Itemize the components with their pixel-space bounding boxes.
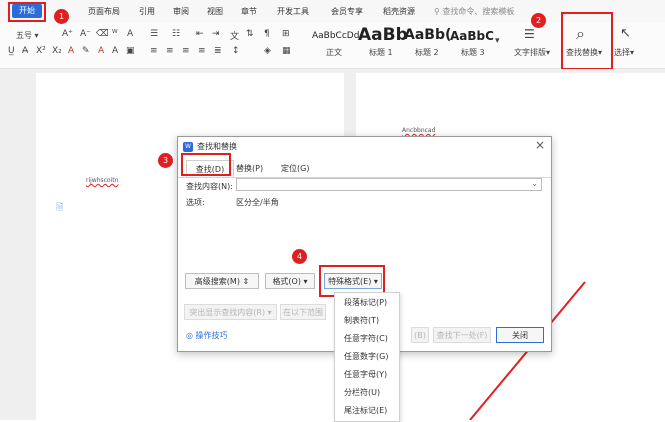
- options-value: 区分全/半角: [236, 198, 279, 207]
- menu-item-paragraph-mark[interactable]: 段落标记(P): [344, 297, 387, 308]
- dialog-title: 查找和替换: [197, 142, 237, 151]
- menu-item-endnote-mark[interactable]: 尾注标记(E): [344, 405, 387, 416]
- find-input[interactable]: ⌄: [236, 178, 542, 191]
- chevron-down-icon: ▾: [267, 308, 272, 317]
- menu-item-any-digit[interactable]: 任意数字(G): [344, 351, 388, 362]
- format-button[interactable]: 格式(O) ▾: [265, 273, 315, 289]
- close-button[interactable]: 关闭: [496, 327, 544, 343]
- chevron-down-icon[interactable]: ⌄: [531, 179, 538, 188]
- tab-goto[interactable]: 定位(G): [281, 163, 309, 174]
- step-badge-3: 3: [158, 153, 173, 168]
- options-label: 选项:: [186, 198, 205, 207]
- advanced-search-button[interactable]: 高级搜索(M) ⇕: [185, 273, 259, 289]
- tips-link[interactable]: ◎ 操作技巧: [186, 330, 228, 341]
- find-next-button[interactable]: 查找下一处(F): [433, 327, 491, 343]
- close-icon[interactable]: ×: [535, 138, 545, 152]
- highlight-find-tab: [181, 153, 231, 176]
- menu-item-tab[interactable]: 制表符(T): [344, 315, 379, 326]
- menu-item-any-char[interactable]: 任意字符(C): [344, 333, 388, 344]
- format-label: 格式(O): [272, 277, 301, 286]
- menu-item-any-letter[interactable]: 任意字母(Y): [344, 369, 387, 380]
- tab-replace[interactable]: 替换(P): [236, 163, 263, 174]
- advanced-search-label: 高级搜索(M): [194, 277, 240, 286]
- highlight-all-button[interactable]: 突出显示查找内容(R) ▾: [184, 304, 277, 320]
- find-label: 查找内容(N):: [186, 182, 233, 191]
- find-in-button[interactable]: 在以下范围: [280, 304, 326, 320]
- app-icon: W: [183, 142, 193, 152]
- menu-item-column-break[interactable]: 分栏符(U): [344, 387, 380, 398]
- highlight-all-label: 突出显示查找内容(R): [189, 308, 266, 317]
- special-format-menu: 段落标记(P) 制表符(T) 任意字符(C) 任意数字(G) 任意字母(Y) 分…: [334, 292, 400, 422]
- stepper-icon: ⇕: [242, 277, 250, 286]
- tips-label: 操作技巧: [195, 331, 228, 340]
- step-badge-4: 4: [292, 249, 307, 264]
- find-prev-button[interactable]: (B): [411, 327, 429, 343]
- lightbulb-icon: ◎: [186, 331, 193, 340]
- chevron-down-icon: ▾: [303, 277, 308, 286]
